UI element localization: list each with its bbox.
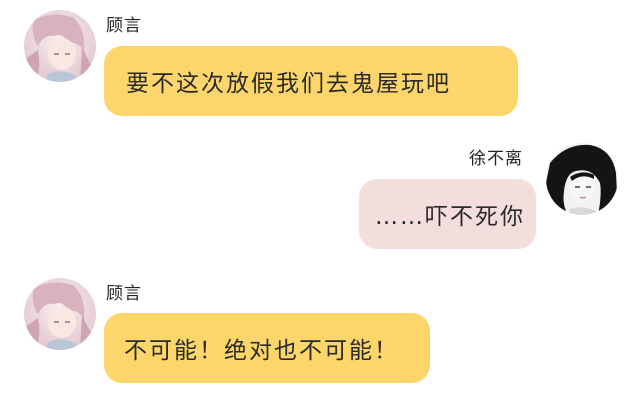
message-text: 不可能！绝对也不可能！ <box>124 338 399 364</box>
message-text: 要不这次放假我们去鬼屋玩吧 <box>126 71 451 97</box>
message-row-3: 顾言 不可能！绝对也不可能！ <box>0 268 640 410</box>
chat-bubble-left: 不可能！绝对也不可能！ <box>104 313 430 383</box>
sender-avatar-gu-yan[interactable] <box>24 10 96 82</box>
anime-girl-pink-avatar-icon <box>24 278 96 350</box>
message-row-2: 徐不离 ……吓不死你 <box>0 136 640 256</box>
anime-girl-monochrome-avatar-icon <box>546 143 618 215</box>
message-row-1: 顾言 要不这次放假我们去鬼屋玩吧 <box>0 0 640 120</box>
sender-name: 顾言 <box>106 284 142 304</box>
sender-avatar-gu-yan[interactable] <box>24 278 96 350</box>
anime-girl-pink-avatar-icon <box>24 10 96 82</box>
message-text: ……吓不死你 <box>375 204 525 230</box>
sender-avatar-xu-buli[interactable] <box>546 143 618 215</box>
chat-bubble-left: 要不这次放假我们去鬼屋玩吧 <box>104 46 518 116</box>
sender-name: 徐不离 <box>469 149 523 169</box>
chat-bubble-right: ……吓不死你 <box>359 179 536 249</box>
sender-name: 顾言 <box>106 16 142 36</box>
